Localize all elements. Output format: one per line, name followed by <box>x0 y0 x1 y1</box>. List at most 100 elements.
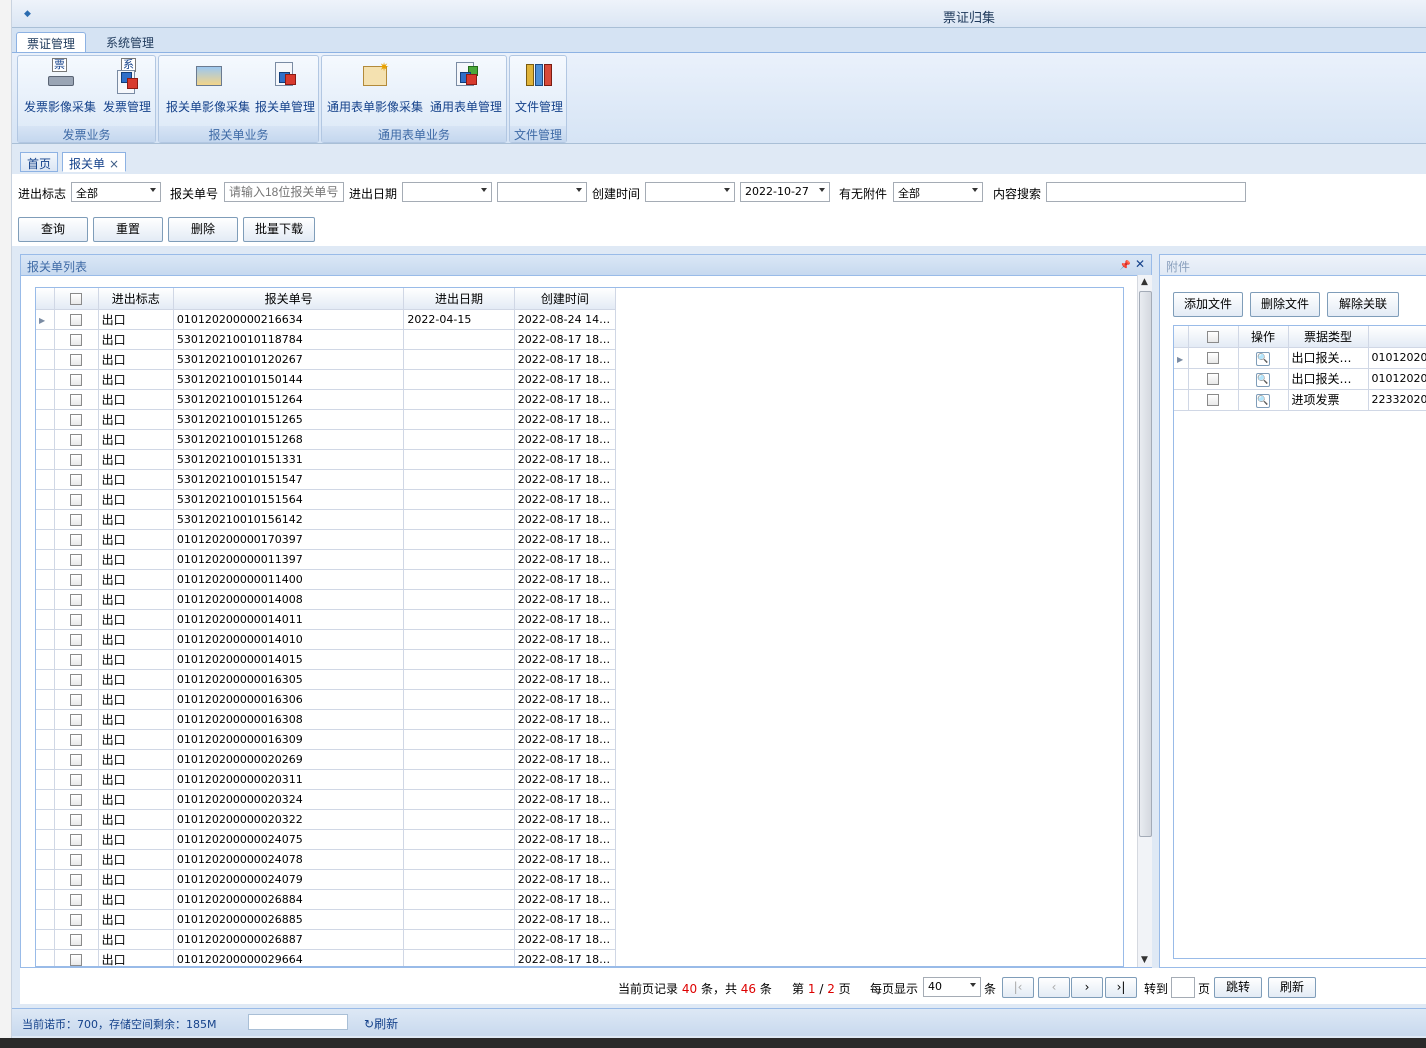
reset-button[interactable]: 重置 <box>93 217 163 242</box>
declaration-management-button[interactable]: 报关单管理 <box>254 60 316 116</box>
table-row[interactable]: 出口 010120200000020311 2022-08-17 18… <box>36 769 617 790</box>
row-checkbox[interactable] <box>54 669 99 690</box>
col-document-type[interactable]: 票据类型 <box>1288 326 1369 348</box>
table-row[interactable]: 出口 010120200000026885 2022-08-17 18… <box>36 909 617 930</box>
row-checkbox[interactable] <box>54 369 99 390</box>
declaration-image-capture-button[interactable]: 报关单影像采集 <box>162 60 254 116</box>
attachment-row[interactable]: 🔍 出口报关…010120200 <box>1174 368 1426 390</box>
table-row[interactable]: 出口 010120200000016309 2022-08-17 18… <box>36 729 617 750</box>
table-row[interactable]: 出口 530120210010151268 2022-08-17 18… <box>36 429 617 450</box>
batch-download-button[interactable]: 批量下载 <box>243 217 315 242</box>
tab-system-management[interactable]: 系统管理 <box>96 32 164 52</box>
view-button[interactable]: 🔍 <box>1238 368 1289 390</box>
status-refresh[interactable]: ↻刷新 <box>364 1015 398 1032</box>
table-row[interactable]: ▶ 出口 010120200000216634 2022-04-15 2022-08-2… <box>36 309 617 330</box>
view-button[interactable]: 🔍 <box>1238 389 1289 411</box>
row-checkbox[interactable] <box>1188 389 1239 411</box>
row-checkbox[interactable] <box>54 809 99 830</box>
table-row[interactable]: 出口 010120200000014011 2022-08-17 18… <box>36 609 617 630</box>
table-row[interactable]: 出口 010120200000016305 2022-08-17 18… <box>36 669 617 690</box>
table-row[interactable]: 出口 010120200000024078 2022-08-17 18… <box>36 849 617 870</box>
table-row[interactable]: 出口 010120200000014015 2022-08-17 18… <box>36 649 617 670</box>
table-row[interactable]: 出口 010120200000016306 2022-08-17 18… <box>36 689 617 710</box>
content-search-input[interactable] <box>1046 182 1246 202</box>
row-checkbox[interactable] <box>54 709 99 730</box>
table-row[interactable]: 出口 010120200000014008 2022-08-17 18… <box>36 589 617 610</box>
last-page-button[interactable]: ›| <box>1105 977 1137 998</box>
first-page-button[interactable]: |‹ <box>1002 977 1034 998</box>
row-checkbox[interactable] <box>54 489 99 510</box>
row-checkbox[interactable] <box>54 629 99 650</box>
general-form-image-capture-button[interactable]: ✷ 通用表单影像采集 <box>325 60 425 116</box>
table-row[interactable]: 出口 010120200000024075 2022-08-17 18… <box>36 829 617 850</box>
attachment-row[interactable]: 🔍 进项发票223320200 <box>1174 389 1426 411</box>
invoice-image-capture-button[interactable]: 票 发票影像采集 <box>22 58 98 116</box>
refresh-button[interactable]: 刷新 <box>1268 977 1316 998</box>
row-checkbox[interactable] <box>54 549 99 570</box>
row-checkbox[interactable] <box>54 909 99 930</box>
prev-page-button[interactable]: ‹ <box>1038 977 1070 998</box>
row-checkbox[interactable] <box>54 509 99 530</box>
col-io-date[interactable]: 进出日期 <box>403 288 515 310</box>
table-row[interactable]: 出口 010120200000016308 2022-08-17 18… <box>36 709 617 730</box>
io-date-from-picker[interactable] <box>402 182 492 202</box>
table-row[interactable]: 出口 010120200000024079 2022-08-17 18… <box>36 869 617 890</box>
table-row[interactable]: 出口 010120200000011397 2022-08-17 18… <box>36 549 617 570</box>
attachment-select[interactable]: 全部 <box>893 182 983 202</box>
close-icon[interactable]: × <box>109 157 119 171</box>
table-row[interactable]: 出口 530120210010156142 2022-08-17 18… <box>36 509 617 530</box>
row-checkbox[interactable] <box>54 529 99 550</box>
create-time-to-picker[interactable]: 2022-10-27 <box>740 182 830 202</box>
col-operation[interactable]: 操作 <box>1238 326 1289 348</box>
view-button[interactable]: 🔍 <box>1238 347 1289 369</box>
row-checkbox[interactable] <box>54 609 99 630</box>
table-row[interactable]: 出口 530120210010151264 2022-08-17 18… <box>36 389 617 410</box>
table-row[interactable]: 出口 530120210010120267 2022-08-17 18… <box>36 349 617 370</box>
row-checkbox[interactable] <box>54 789 99 810</box>
general-form-management-button[interactable]: 通用表单管理 <box>428 60 504 116</box>
table-row[interactable]: 出口 530120210010151331 2022-08-17 18… <box>36 449 617 470</box>
row-checkbox[interactable] <box>1188 347 1239 369</box>
row-checkbox[interactable] <box>54 469 99 490</box>
row-checkbox[interactable] <box>54 729 99 750</box>
row-checkbox[interactable] <box>54 449 99 470</box>
row-checkbox[interactable] <box>54 769 99 790</box>
vertical-scrollbar[interactable]: ▲ ▼ <box>1137 275 1152 967</box>
table-row[interactable]: 出口 010120200000020322 2022-08-17 18… <box>36 809 617 830</box>
table-row[interactable]: 出口 010120200000020324 2022-08-17 18… <box>36 789 617 810</box>
tab-ticket-management[interactable]: 票证管理 <box>16 32 87 52</box>
table-row[interactable]: 出口 530120210010118784 2022-08-17 18… <box>36 329 617 350</box>
io-date-to-picker[interactable] <box>497 182 587 202</box>
table-row[interactable]: 出口 010120200000020269 2022-08-17 18… <box>36 749 617 770</box>
row-checkbox[interactable] <box>54 429 99 450</box>
row-checkbox[interactable] <box>54 949 99 966</box>
scroll-up-icon[interactable]: ▲ <box>1141 277 1148 287</box>
delete-file-button[interactable]: 删除文件 <box>1250 292 1320 317</box>
row-checkbox[interactable] <box>54 409 99 430</box>
table-row[interactable]: 出口 010120200000170397 2022-08-17 18… <box>36 529 617 550</box>
row-checkbox[interactable] <box>54 569 99 590</box>
pin-icon[interactable]: 📌 <box>1120 261 1131 271</box>
table-row[interactable]: 出口 010120200000026884 2022-08-17 18… <box>36 889 617 910</box>
add-file-button[interactable]: 添加文件 <box>1173 292 1243 317</box>
col-declaration-no[interactable]: 报关单号 <box>173 288 405 310</box>
delete-button[interactable]: 删除 <box>168 217 238 242</box>
invoice-management-button[interactable]: 系 发票管理 <box>100 58 154 116</box>
unlink-button[interactable]: 解除关联 <box>1327 292 1399 317</box>
scroll-down-icon[interactable]: ▼ <box>1141 955 1148 965</box>
row-checkbox[interactable] <box>54 829 99 850</box>
row-checkbox[interactable] <box>1188 368 1239 390</box>
attachment-select-all[interactable] <box>1188 326 1239 348</box>
tab-home[interactable]: 首页 <box>20 152 59 172</box>
row-checkbox[interactable] <box>54 329 99 350</box>
jump-button[interactable]: 跳转 <box>1214 977 1262 998</box>
row-checkbox[interactable] <box>54 749 99 770</box>
declaration-no-input[interactable] <box>224 182 344 202</box>
goto-page-input[interactable] <box>1171 977 1195 998</box>
row-checkbox[interactable] <box>54 389 99 410</box>
row-checkbox[interactable] <box>54 929 99 950</box>
page-size-select[interactable]: 40 <box>923 977 981 997</box>
col-create-time[interactable]: 创建时间 <box>514 288 617 310</box>
row-checkbox[interactable] <box>54 649 99 670</box>
row-checkbox[interactable] <box>54 309 99 330</box>
